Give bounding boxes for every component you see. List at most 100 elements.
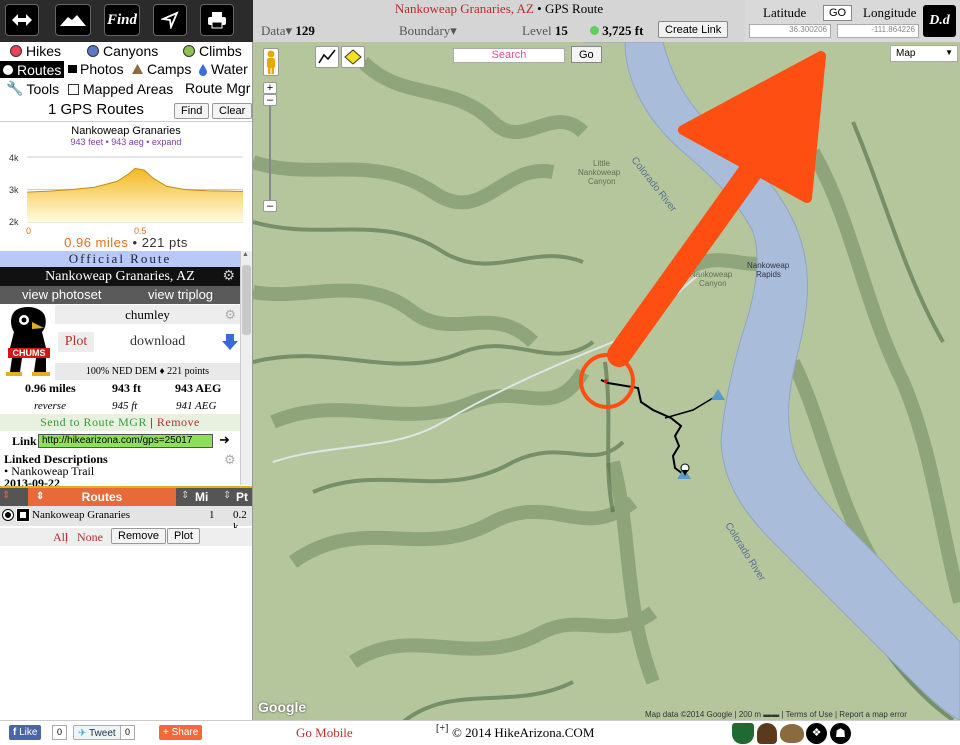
map-label: Canyon [588, 177, 616, 186]
elevation-profile-area [27, 168, 243, 222]
profile-route-stats[interactable]: 943 feet • 943 aeg • expand [0, 137, 252, 147]
latitude-input[interactable]: 36.300206 [749, 24, 831, 38]
gear-icon[interactable]: ⚙ [222, 267, 235, 286]
title-separator: • [533, 1, 545, 16]
send-to-route-mgr-link[interactable]: Send to Route MGR [40, 415, 147, 429]
download-link[interactable]: download [130, 334, 185, 350]
data-menu[interactable]: Data▾ 129 [261, 23, 315, 39]
water-drop-icon [199, 63, 207, 76]
map-type-select[interactable]: Map ▼ [890, 45, 958, 62]
share-button[interactable]: + Share [159, 725, 203, 740]
route-title[interactable]: Nankoweap Granaries, AZ ⚙ [0, 267, 240, 286]
gear-icon[interactable]: ⚙ [224, 452, 236, 468]
park-service-arrowhead-icon [757, 723, 777, 744]
points-column-header[interactable]: Pt [236, 490, 248, 504]
create-link-button[interactable]: Create Link [658, 21, 729, 38]
go-mobile-link[interactable]: Go Mobile [296, 725, 353, 741]
longitude-label: Longitude [863, 5, 917, 20]
route-card-scrollbar[interactable]: ▲ [240, 251, 252, 485]
category-water[interactable]: Water [198, 61, 248, 77]
mapped-areas-toggle[interactable]: Mapped Areas [68, 81, 173, 97]
zoom-out-top-button[interactable]: – [263, 94, 277, 106]
boundary-menu[interactable]: Boundary▾ [399, 23, 457, 39]
draw-marker-icon[interactable] [341, 46, 365, 68]
category-label: Climbs [199, 43, 242, 59]
view-photoset-link[interactable]: view photoset [22, 287, 102, 302]
select-none-link[interactable]: None [77, 530, 103, 545]
y-tick-label: 2k [9, 217, 19, 227]
route-mgr-link[interactable]: Route Mgr [185, 80, 250, 96]
mapped-areas-checkbox[interactable] [68, 83, 79, 95]
gear-icon[interactable]: ⚙ [224, 305, 236, 324]
route-start-icon[interactable] [604, 379, 608, 383]
miles-column-header[interactable]: Mi [195, 490, 208, 504]
route-radio[interactable] [2, 509, 14, 521]
remove-link[interactable]: Remove [157, 415, 200, 429]
tweet-count: 0 [120, 725, 136, 740]
map-view[interactable]: Colorado River Colorado River Little Nan… [253, 42, 960, 720]
title-place[interactable]: Nankoweap Granaries, AZ [395, 1, 534, 16]
zoom-in-button[interactable]: + [263, 82, 277, 94]
footer: f Like 0 ✈ Tweet 0 + Share Go Mobile [+]… [0, 720, 960, 745]
clear-routes-button[interactable]: Clear [212, 103, 253, 119]
remove-route-button[interactable]: Remove [111, 528, 166, 544]
arrow-right-icon[interactable]: ➜ [219, 432, 230, 448]
tools-menu[interactable]: 🔧 Tools [6, 80, 59, 97]
photo-icon [68, 65, 77, 73]
category-canyons[interactable]: Canyons [87, 43, 158, 59]
scroll-up-icon[interactable]: ▲ [242, 251, 249, 258]
radio-dot-icon [3, 64, 13, 75]
linked-descriptions: Linked Descriptions • Nankoweap Trail 20… [4, 453, 108, 489]
view-triplog-link[interactable]: view triplog [148, 287, 213, 302]
route-color-swatch[interactable] [16, 508, 30, 522]
map-label: Rapids [756, 270, 781, 279]
facebook-icon: f [13, 727, 17, 738]
like-label: Like [19, 727, 38, 738]
tools-label: Tools [26, 80, 60, 97]
stat-distance: 0.96 miles [25, 381, 76, 395]
category-hikes[interactable]: Hikes [10, 43, 61, 59]
facebook-like-button[interactable]: f Like [9, 725, 42, 740]
zoom-out-button[interactable]: – [263, 200, 277, 212]
link-row: Link http://hikearizona.com/gps=25017 ➜ [0, 432, 240, 452]
print-icon[interactable] [200, 4, 234, 36]
map-search-input[interactable]: Search [453, 48, 565, 63]
scroll-thumb[interactable] [242, 265, 251, 335]
zoom-slider-track[interactable] [269, 106, 271, 200]
map-attribution[interactable]: Map data ©2014 Google | 200 m ▬▬ | Terms… [645, 710, 960, 720]
find-routes-button[interactable]: Find [174, 103, 210, 119]
share-link-field[interactable]: http://hikearizona.com/gps=25017 [38, 434, 213, 448]
map-search-go-button[interactable]: Go [571, 46, 602, 63]
expand-footer-link[interactable]: [+] [436, 723, 448, 734]
gps-routes-header: 1 GPS Routes Find Clear [0, 98, 253, 122]
sort-icon[interactable]: ⇕ [2, 490, 10, 501]
red-dot-icon [10, 45, 22, 57]
expand-arrows-icon[interactable] [5, 4, 39, 36]
category-climbs[interactable]: Climbs [183, 43, 242, 59]
draw-line-icon[interactable] [315, 46, 339, 68]
navigate-arrow-icon[interactable] [153, 4, 187, 36]
sort-icon[interactable]: ⇕ [223, 490, 231, 501]
decimal-degrees-button[interactable]: D.d [923, 5, 956, 37]
street-view-pegman-icon[interactable] [263, 48, 279, 76]
category-camps[interactable]: Camps [131, 61, 191, 77]
sort-icon[interactable]: ⇕ [181, 490, 189, 501]
plot-button[interactable]: Plot [58, 332, 94, 352]
download-arrow-icon[interactable] [222, 333, 238, 351]
category-routes[interactable]: Routes [0, 61, 65, 78]
coordinate-go-button[interactable]: GO [823, 5, 853, 21]
coordinate-panel: Latitude GO Longitude 36.300206 -111.864… [745, 0, 960, 42]
route-author[interactable]: chumley ⚙ [55, 305, 240, 324]
category-label: Photos [80, 61, 124, 77]
find-button[interactable]: Find [104, 4, 140, 36]
terrain-icon[interactable] [55, 4, 91, 36]
terrain-map[interactable]: Colorado River Colorado River Little Nan… [253, 42, 960, 720]
routes-column-header[interactable]: ⇕ Routes [28, 488, 176, 506]
left-panel: Hikes Canyons Climbs Routes Photos Camps… [0, 42, 253, 720]
tweet-button[interactable]: ✈ Tweet [73, 725, 121, 740]
table-row[interactable]: Nankoweap Granaries 1 0.2 k [0, 506, 252, 533]
longitude-input[interactable]: -111.864226 [837, 24, 919, 38]
category-photos[interactable]: Photos [68, 61, 124, 77]
plot-route-button[interactable]: Plot [167, 528, 200, 544]
map-label: Little [593, 159, 610, 168]
